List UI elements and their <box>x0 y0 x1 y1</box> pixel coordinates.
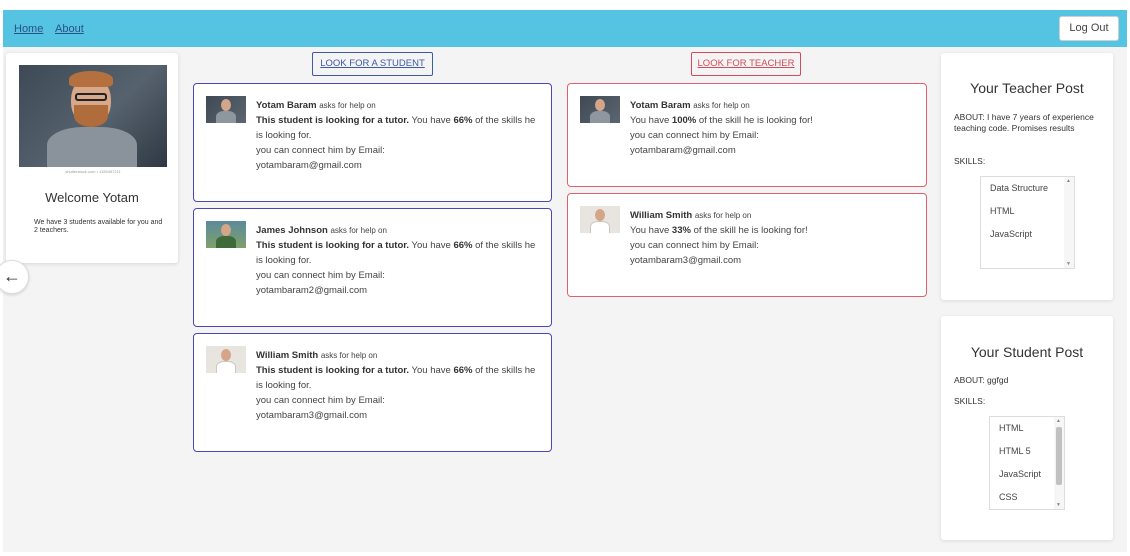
connect-text: you can connect him by Email: <box>630 130 759 141</box>
teacher-post-about: ABOUT: I have 7 years of experience teac… <box>954 112 1094 133</box>
look-for-student-button[interactable]: LOOK FOR A STUDENT <box>312 52 433 76</box>
student-skills-list[interactable]: HTML HTML 5 JavaScript CSS ▲ ▼ <box>989 416 1065 510</box>
post-lead: This student is looking for a tutor. <box>256 115 410 126</box>
poster-name: Yotam Baram <box>630 100 691 111</box>
connect-text: you can connect him by Email: <box>256 395 385 406</box>
scroll-down-icon: ▼ <box>1056 502 1061 508</box>
poster-name: Yotam Baram <box>256 100 317 111</box>
match-percent: 100% <box>671 115 697 126</box>
arrow-left-icon: ← <box>3 266 21 286</box>
skill-item[interactable]: HTML <box>990 417 1064 440</box>
match-pre: You have <box>411 240 451 251</box>
asks-label: asks for help on <box>319 101 376 110</box>
connect-text: you can connect him by Email: <box>256 145 385 156</box>
student-post-about: ABOUT: ggfgd <box>954 375 1009 385</box>
contact-email[interactable]: yotambaram3@gmail.com <box>630 255 741 266</box>
post-lead: This student is looking for a tutor. <box>256 365 410 376</box>
your-student-post-card: Your Student Post ABOUT: ggfgd SKILLS: H… <box>941 316 1113 540</box>
scrollbar[interactable]: ▲ ▼ <box>1064 177 1074 268</box>
availability-text: We have 3 students available for you and… <box>34 219 163 234</box>
teacher-post-title: Your Teacher Post <box>970 80 1084 96</box>
teacher-post-card: Yotam Baram asks for help on You have 10… <box>567 83 927 187</box>
skill-item[interactable]: HTML 5 <box>990 440 1064 463</box>
asks-label: asks for help on <box>694 211 752 220</box>
scrollbar[interactable]: ▲ ▼ <box>1054 417 1064 509</box>
connect-text: you can connect him by Email: <box>630 240 759 251</box>
nav-home-link[interactable]: Home <box>14 23 43 35</box>
poster-name: William Smith <box>256 350 319 361</box>
scrollbar-thumb[interactable] <box>1056 427 1062 485</box>
scroll-up-icon: ▲ <box>1066 178 1071 184</box>
match-pre: You have <box>411 365 451 376</box>
look-for-teacher-button[interactable]: LOOK FOR TEACHER <box>691 52 801 76</box>
skill-item[interactable]: Data Structure <box>981 177 1074 200</box>
profile-photo <box>19 65 167 167</box>
logout-button[interactable]: Log Out <box>1059 16 1119 41</box>
asks-label: asks for help on <box>330 226 387 235</box>
skill-item[interactable]: CSS <box>990 486 1064 509</box>
user-thumbnail <box>580 206 620 233</box>
teacher-post-card: William Smith asks for help on You have … <box>567 193 927 297</box>
teacher-skills-label: SKILLS: <box>954 156 986 166</box>
navbar: Home About Log Out <box>3 10 1127 47</box>
back-button[interactable]: ← <box>0 260 29 294</box>
skill-item[interactable]: JavaScript <box>981 223 1074 246</box>
post-lead: This student is looking for a tutor. <box>256 240 410 251</box>
skill-item[interactable]: HTML <box>981 200 1074 223</box>
app-frame: Home About Log Out shutterstock.com • 11… <box>0 10 1127 552</box>
photo-caption: shutterstock.com • 1155457211 <box>65 169 121 174</box>
match-percent: 66% <box>453 115 473 126</box>
scroll-down-icon: ▼ <box>1066 261 1071 267</box>
asks-label: asks for help on <box>693 101 750 110</box>
student-post-card: William Smith asks for help on This stud… <box>193 333 552 452</box>
user-thumbnail <box>206 221 246 248</box>
user-thumbnail <box>206 346 246 373</box>
match-percent: 33% <box>671 225 691 236</box>
contact-email[interactable]: yotambaram@gmail.com <box>256 160 362 171</box>
connect-text: you can connect him by Email: <box>256 270 385 281</box>
teacher-skills-list[interactable]: Data Structure HTML JavaScript ▲ ▼ <box>980 176 1075 269</box>
match-post: of the skill he is looking for! <box>698 115 813 126</box>
contact-email[interactable]: yotambaram@gmail.com <box>630 145 736 156</box>
poster-name: James Johnson <box>256 225 328 236</box>
student-post-title: Your Student Post <box>970 344 1084 360</box>
contact-email[interactable]: yotambaram3@gmail.com <box>256 410 367 421</box>
student-skills-label: SKILLS: <box>954 396 986 406</box>
asks-label: asks for help on <box>320 351 378 360</box>
student-post-card: Yotam Baram asks for help on This studen… <box>193 83 552 202</box>
match-post: of the skill he is looking for! <box>693 225 808 236</box>
match-percent: 66% <box>453 365 473 376</box>
skill-item[interactable]: JavaScript <box>990 463 1064 486</box>
poster-name: William Smith <box>630 210 693 221</box>
match-pre: You have <box>411 115 451 126</box>
your-teacher-post-card: Your Teacher Post ABOUT: I have 7 years … <box>941 53 1113 300</box>
student-post-card: James Johnson asks for help on This stud… <box>193 208 552 327</box>
match-pre: You have <box>630 115 670 126</box>
nav-about-link[interactable]: About <box>55 23 84 35</box>
scroll-up-icon: ▲ <box>1056 418 1061 424</box>
match-percent: 66% <box>453 240 473 251</box>
profile-card: shutterstock.com • 1155457211 Welcome Yo… <box>6 53 178 263</box>
contact-email[interactable]: yotambaram2@gmail.com <box>256 285 367 296</box>
match-pre: You have <box>630 225 670 236</box>
welcome-heading: Welcome Yotam <box>45 190 139 205</box>
user-thumbnail <box>206 96 246 123</box>
user-thumbnail <box>580 96 620 123</box>
